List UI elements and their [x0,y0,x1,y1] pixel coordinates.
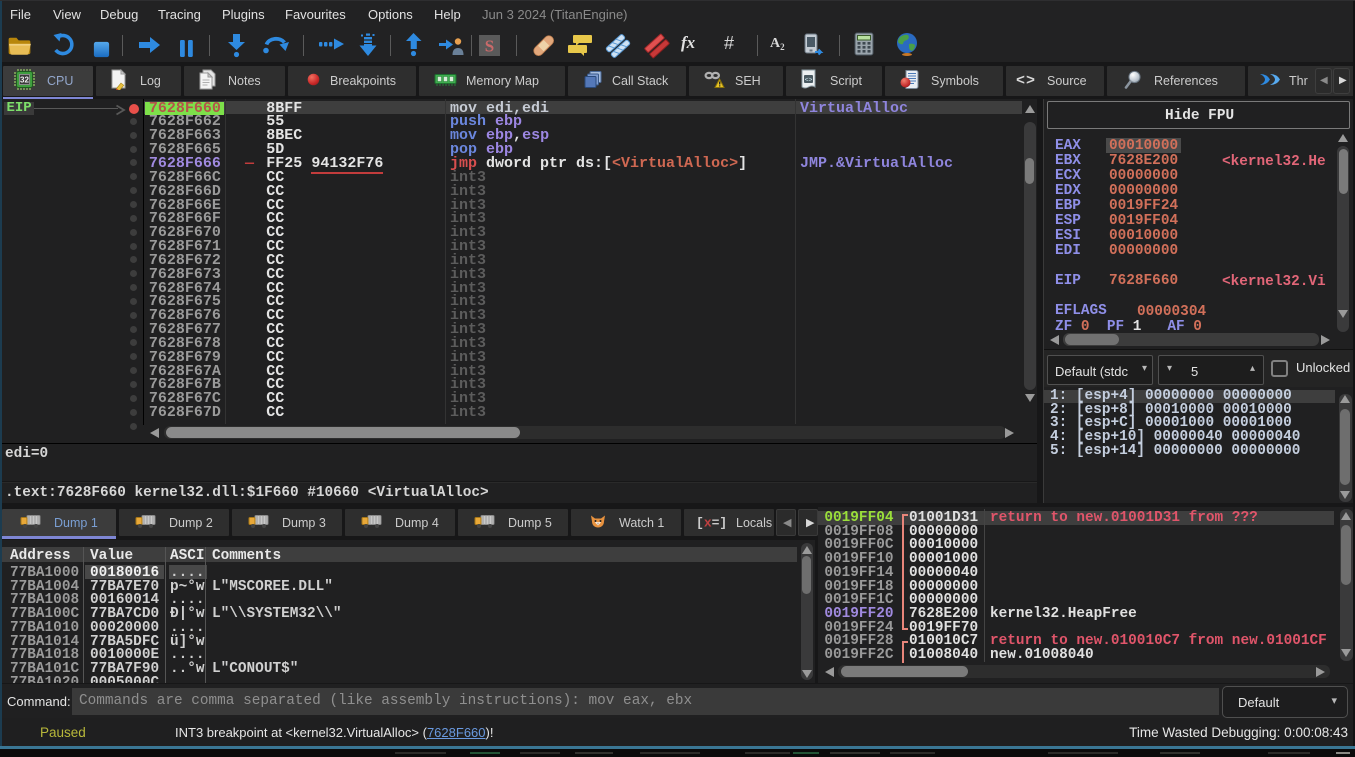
svg-text:<>: <> [805,77,813,84]
svg-text:S: S [485,37,494,56]
svg-text:32: 32 [20,75,29,84]
